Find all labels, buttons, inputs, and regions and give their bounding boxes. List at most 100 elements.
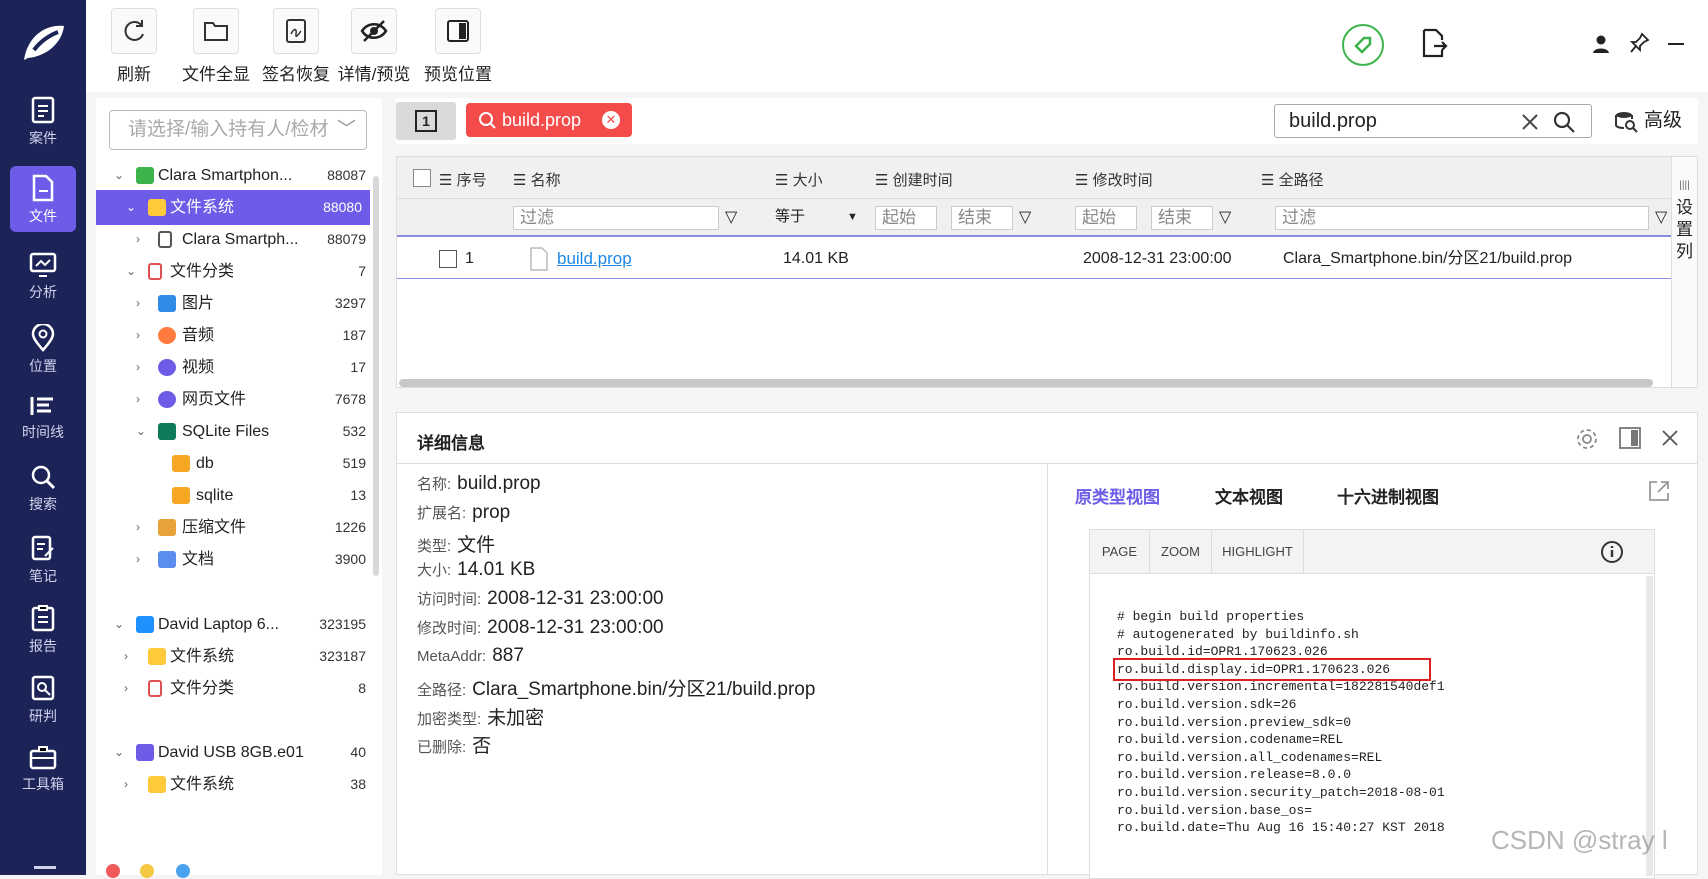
- tab-raw-view[interactable]: 原类型视图: [1075, 483, 1160, 508]
- created-start-input[interactable]: 起始: [875, 206, 937, 230]
- viewer-tab-page[interactable]: PAGE: [1090, 530, 1150, 573]
- tree-filesystem[interactable]: › 文件系统 38: [96, 767, 366, 802]
- split-panel-icon[interactable]: [1619, 427, 1641, 449]
- gear-icon[interactable]: [1575, 427, 1599, 451]
- tree-device[interactable]: ⌄ David Laptop 6... 323195: [96, 607, 366, 642]
- nav-analysis[interactable]: 分析: [10, 244, 76, 310]
- column-settings-button[interactable]: |||| 设置列: [1671, 157, 1697, 387]
- tab-hex-view[interactable]: 十六进制视图: [1337, 483, 1439, 508]
- chevron-right-icon[interactable]: ›: [124, 767, 128, 802]
- clear-icon[interactable]: [1521, 113, 1539, 131]
- detail-field-value[interactable]: 887: [492, 645, 524, 666]
- size-operator-select[interactable]: 等于 ▼: [769, 206, 863, 230]
- chevron-right-icon[interactable]: ›: [136, 318, 140, 353]
- detail-field-value[interactable]: 14.01 KB: [457, 559, 535, 580]
- detail-field-value[interactable]: 未加密: [487, 708, 544, 729]
- chevron-down-icon[interactable]: ⌄: [126, 254, 136, 289]
- chevron-right-icon[interactable]: ›: [124, 671, 128, 706]
- menu-icon[interactable]: [34, 866, 56, 869]
- name-filter-input[interactable]: 过滤: [513, 206, 719, 230]
- chevron-down-icon[interactable]: ⌄: [114, 158, 124, 193]
- chevron-right-icon[interactable]: ›: [124, 639, 128, 674]
- detail-field-value[interactable]: build.prop: [457, 473, 540, 494]
- tree-db[interactable]: db 519: [96, 446, 366, 481]
- nav-location[interactable]: 位置: [10, 316, 76, 382]
- viewer-tab-highlight[interactable]: HIGHLIGHT: [1212, 530, 1304, 573]
- nav-search[interactable]: 搜索: [10, 456, 76, 522]
- tree-filesystem[interactable]: › 文件系统 323187: [96, 639, 366, 674]
- tree-device[interactable]: ⌄ David USB 8GB.e01 40: [96, 735, 366, 770]
- tree-documents[interactable]: › 文档 3900: [96, 542, 366, 577]
- signature-restore-button[interactable]: 签名恢复: [256, 8, 336, 85]
- detail-preview-button[interactable]: 详情/预览: [332, 8, 416, 85]
- filter-icon[interactable]: ▽: [1219, 207, 1231, 227]
- search-tag[interactable]: build.prop ✕: [466, 103, 632, 137]
- filter-icon[interactable]: ▽: [1655, 207, 1667, 227]
- row-checkbox[interactable]: [439, 250, 457, 268]
- minimize-icon[interactable]: [1668, 43, 1684, 45]
- column-modified[interactable]: ☰ 修改时间: [1075, 169, 1153, 190]
- detail-field-value[interactable]: 文件: [457, 535, 495, 556]
- viewer-tab-zoom[interactable]: ZOOM: [1150, 530, 1212, 573]
- search-input[interactable]: build.prop: [1274, 104, 1592, 138]
- info-icon[interactable]: [1600, 540, 1624, 564]
- nav-judge[interactable]: 研判: [10, 666, 76, 732]
- modified-end-input[interactable]: 结束: [1151, 206, 1213, 230]
- tree-video[interactable]: › 视频 17: [96, 350, 366, 385]
- tree-web[interactable]: › 网页文件 7678: [96, 382, 366, 417]
- modified-start-input[interactable]: 起始: [1075, 206, 1137, 230]
- nav-case[interactable]: 案件: [10, 88, 76, 154]
- detail-field-value[interactable]: 2008-12-31 23:00:00: [487, 588, 663, 609]
- column-path[interactable]: ☰ 全路径: [1261, 169, 1324, 190]
- nav-notes[interactable]: 笔记: [10, 526, 76, 592]
- chevron-right-icon[interactable]: ›: [136, 382, 140, 417]
- preview-position-button[interactable]: 预览位置: [416, 8, 500, 85]
- user-icon[interactable]: [1592, 34, 1610, 54]
- select-all-checkbox[interactable]: [413, 169, 431, 187]
- search-icon[interactable]: [1553, 111, 1575, 133]
- tree-volume[interactable]: › Clara Smartph... 88079: [96, 222, 366, 257]
- column-created[interactable]: ☰ 创建时间: [875, 169, 953, 190]
- detail-field-value[interactable]: 2008-12-31 23:00:00: [487, 617, 663, 638]
- column-size[interactable]: ☰ 大小: [775, 169, 823, 190]
- nav-file[interactable]: 文件: [10, 166, 76, 232]
- export-file-icon[interactable]: [1420, 28, 1448, 58]
- row-name-link[interactable]: build.prop: [557, 239, 632, 279]
- nav-timeline[interactable]: 时间线: [10, 386, 76, 452]
- close-icon[interactable]: [1661, 429, 1679, 447]
- remove-tag-icon[interactable]: ✕: [602, 111, 620, 129]
- chevron-right-icon[interactable]: ›: [136, 222, 140, 257]
- tree-filesystem[interactable]: ⌄ 文件系统 88080: [96, 190, 370, 225]
- tree-category[interactable]: › 文件分类 8: [96, 671, 366, 706]
- horizontal-scrollbar[interactable]: [399, 379, 1653, 387]
- tree-sqlite-sub[interactable]: sqlite 13: [96, 478, 366, 513]
- detail-field-value[interactable]: Clara_Smartphone.bin/分区21/build.prop: [472, 679, 815, 700]
- chevron-right-icon[interactable]: ›: [136, 542, 140, 577]
- tree-images[interactable]: › 图片 3297: [96, 286, 366, 321]
- detail-field-value[interactable]: 否: [472, 736, 491, 757]
- path-filter-input[interactable]: 过滤: [1275, 206, 1649, 230]
- tree-scrollbar[interactable]: [373, 176, 379, 576]
- chevron-down-icon[interactable]: ⌄: [136, 414, 146, 449]
- status-indicator[interactable]: [1342, 24, 1384, 66]
- chevron-right-icon[interactable]: ›: [136, 286, 140, 321]
- filter-icon[interactable]: ▽: [1019, 207, 1031, 227]
- filter-icon[interactable]: ▽: [725, 207, 737, 227]
- chevron-down-icon[interactable]: ⌄: [114, 735, 124, 770]
- tab-index-button[interactable]: 1: [396, 102, 456, 140]
- tree-sqlite[interactable]: ⌄ SQLite Files 532: [96, 414, 366, 449]
- tab-text-view[interactable]: 文本视图: [1215, 483, 1283, 508]
- detail-field-value[interactable]: prop: [472, 502, 510, 523]
- table-row[interactable]: 1 build.prop 14.01 KB 2008-12-31 23:00:0…: [397, 239, 1671, 279]
- nav-toolbox[interactable]: 工具箱: [10, 736, 76, 802]
- nav-report[interactable]: 报告: [10, 596, 76, 662]
- refresh-button[interactable]: 刷新: [102, 8, 166, 85]
- column-name[interactable]: ☰ 名称: [513, 169, 561, 190]
- tree-category[interactable]: ⌄ 文件分类 7: [96, 254, 366, 289]
- chevron-right-icon[interactable]: ›: [136, 510, 140, 545]
- tree-archive[interactable]: › 压缩文件 1226: [96, 510, 366, 545]
- created-end-input[interactable]: 结束: [951, 206, 1013, 230]
- column-seq[interactable]: ☰ 序号: [439, 169, 487, 190]
- chevron-down-icon[interactable]: ⌄: [126, 190, 136, 225]
- open-external-icon[interactable]: [1647, 479, 1671, 503]
